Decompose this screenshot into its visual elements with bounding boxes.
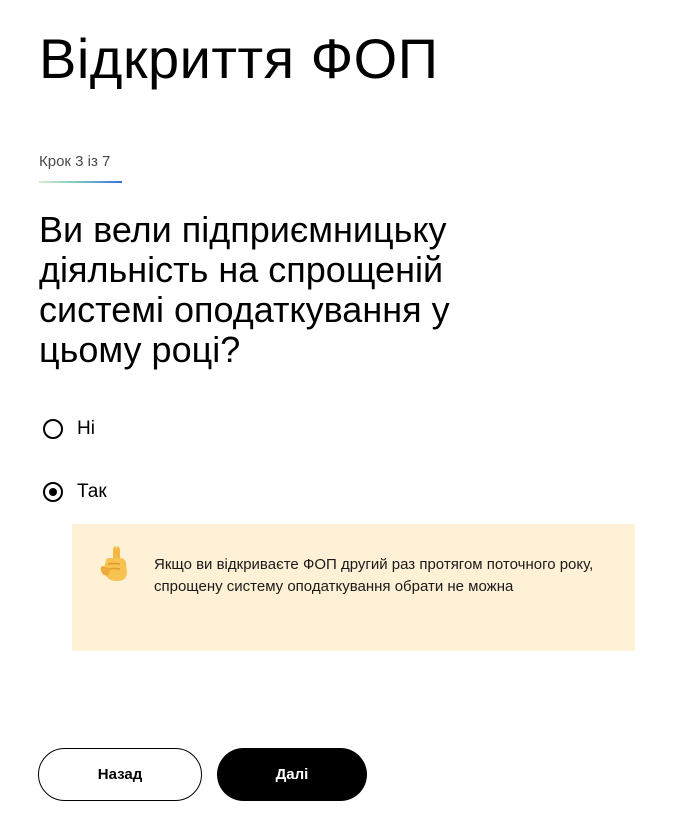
page-title: Відкриття ФОП — [39, 27, 439, 90]
radio-option-yes[interactable]: Так — [43, 481, 107, 503]
pointing-up-hand-icon — [98, 544, 132, 584]
radio-label-yes: Так — [77, 481, 107, 502]
info-notice: Якщо ви відкриваєте ФОП другий раз протя… — [72, 524, 635, 651]
radio-label-no: Ні — [77, 418, 95, 439]
step-progress-underline — [39, 181, 122, 183]
question-text: Ви вели підприємницьку діяльність на спр… — [39, 209, 450, 370]
radio-option-no[interactable]: Ні — [43, 418, 95, 440]
radio-button-no[interactable] — [43, 419, 63, 439]
next-button[interactable]: Далі — [217, 748, 367, 801]
step-indicator: Крок 3 із 7 — [39, 153, 111, 170]
notice-text: Якщо ви відкриваєте ФОП другий раз протя… — [154, 556, 594, 595]
back-button[interactable]: Назад — [38, 748, 202, 801]
radio-button-yes[interactable] — [43, 482, 63, 502]
form-page: Відкриття ФОП Крок 3 із 7 Ви вели підпри… — [0, 0, 676, 822]
